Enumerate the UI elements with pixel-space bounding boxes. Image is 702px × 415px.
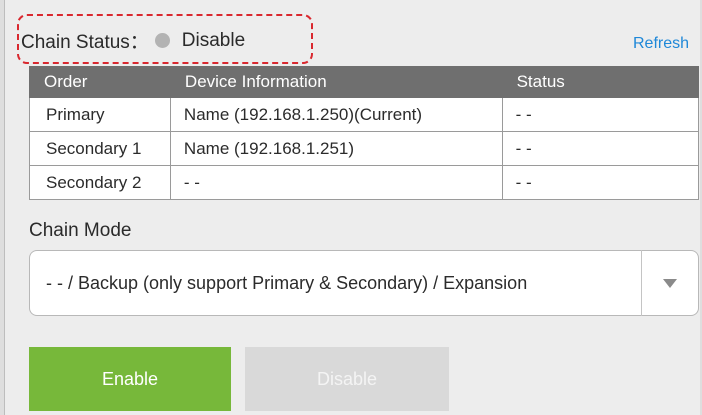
device-info-cell: Name (192.168.1.250)(Current) bbox=[169, 97, 503, 132]
status-cell: - - bbox=[501, 97, 700, 132]
chain-mode-select[interactable]: - - / Backup (only support Primary & Sec… bbox=[29, 250, 699, 316]
status-cell: - - bbox=[501, 165, 700, 200]
chain-status: Chain Status： Disable bbox=[21, 27, 245, 54]
chain-mode-selected-value: - - / Backup (only support Primary & Sec… bbox=[46, 272, 528, 293]
order-cell: Secondary 1 bbox=[29, 131, 171, 166]
order-cell: Primary bbox=[29, 97, 171, 132]
table-row: Primary Name (192.168.1.250)(Current) - … bbox=[29, 97, 700, 132]
refresh-link[interactable]: Refresh bbox=[633, 35, 689, 53]
chain-status-value: Disable bbox=[181, 29, 246, 51]
order-cell: Secondary 2 bbox=[29, 165, 171, 200]
table-header-row: Order Device Information Status bbox=[29, 66, 700, 98]
device-info-cell: Name (192.168.1.251) bbox=[169, 131, 503, 166]
chain-status-label: Chain Status： bbox=[21, 32, 149, 53]
column-header-device-information: Device Information bbox=[169, 66, 503, 98]
chain-settings-panel: Chain Status： Disable Refresh Order Devi… bbox=[4, 0, 700, 415]
disable-button: Disable bbox=[245, 347, 449, 411]
column-header-status: Status bbox=[501, 66, 700, 98]
column-header-order: Order bbox=[29, 66, 171, 98]
table-row: Secondary 2 - - - - bbox=[29, 165, 700, 200]
triangle-down-icon bbox=[663, 278, 677, 288]
table-row: Secondary 1 Name (192.168.1.251) - - bbox=[29, 131, 700, 166]
status-cell: - - bbox=[501, 131, 700, 166]
status-dot-icon bbox=[154, 33, 170, 48]
enable-button[interactable]: Enable bbox=[29, 347, 231, 411]
chain-table: Order Device Information Status Primary … bbox=[29, 66, 700, 200]
chain-mode-label: Chain Mode bbox=[29, 220, 132, 241]
dropdown-toggle[interactable] bbox=[642, 251, 698, 315]
device-info-cell: - - bbox=[169, 165, 503, 200]
